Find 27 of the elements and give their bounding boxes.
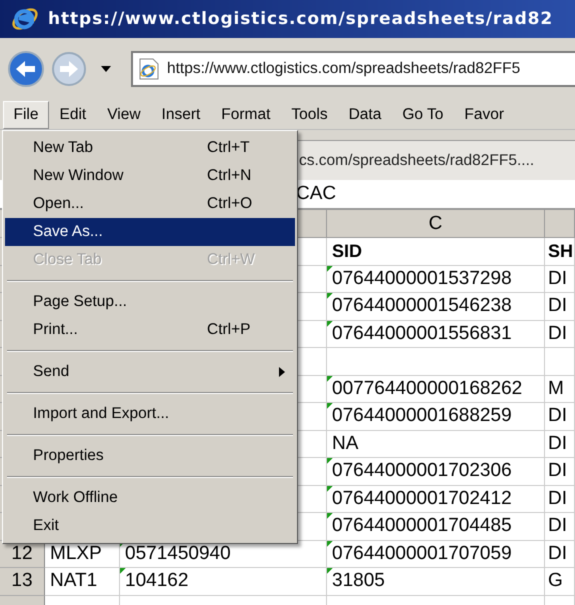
table-cell: 31805 [327, 568, 545, 596]
table-cell: DI [545, 513, 575, 540]
window-title: https://www.ctlogistics.com/spreadsheets/rad82 [48, 9, 554, 29]
table-cell: SH [545, 238, 575, 266]
table-cell: 07644000001702306 [327, 458, 545, 486]
table-cell: 07644000001546238 [327, 293, 545, 320]
table-cell: 104162 [120, 568, 327, 596]
table-cell: DI [545, 430, 575, 458]
table-cell: M [545, 376, 575, 403]
table-cell: 07644000001688259 [327, 403, 545, 430]
table-cell: NAT1 [45, 568, 120, 596]
table-cell: NA [327, 430, 545, 458]
table-cell: 07644000001702412 [327, 486, 545, 513]
table-cell: 07644000001537298 [327, 266, 545, 293]
table-cell: DI [545, 266, 575, 293]
table-cell: DI [545, 320, 575, 348]
table-cell: DI [545, 458, 575, 486]
table-cell: 007764400000168262 [327, 376, 545, 403]
table-cell: DI [545, 486, 575, 513]
table-cell: 07644000001704485 [327, 513, 545, 540]
table-cell: 07644000001556831 [327, 320, 545, 348]
table-cell: G [545, 568, 575, 596]
table-cell: 07644000001707059 [327, 540, 545, 568]
table-cell: DI [545, 403, 575, 430]
table-cell: DI [545, 293, 575, 320]
table-cell: SID [327, 238, 545, 266]
table-cell: DI [545, 540, 575, 568]
